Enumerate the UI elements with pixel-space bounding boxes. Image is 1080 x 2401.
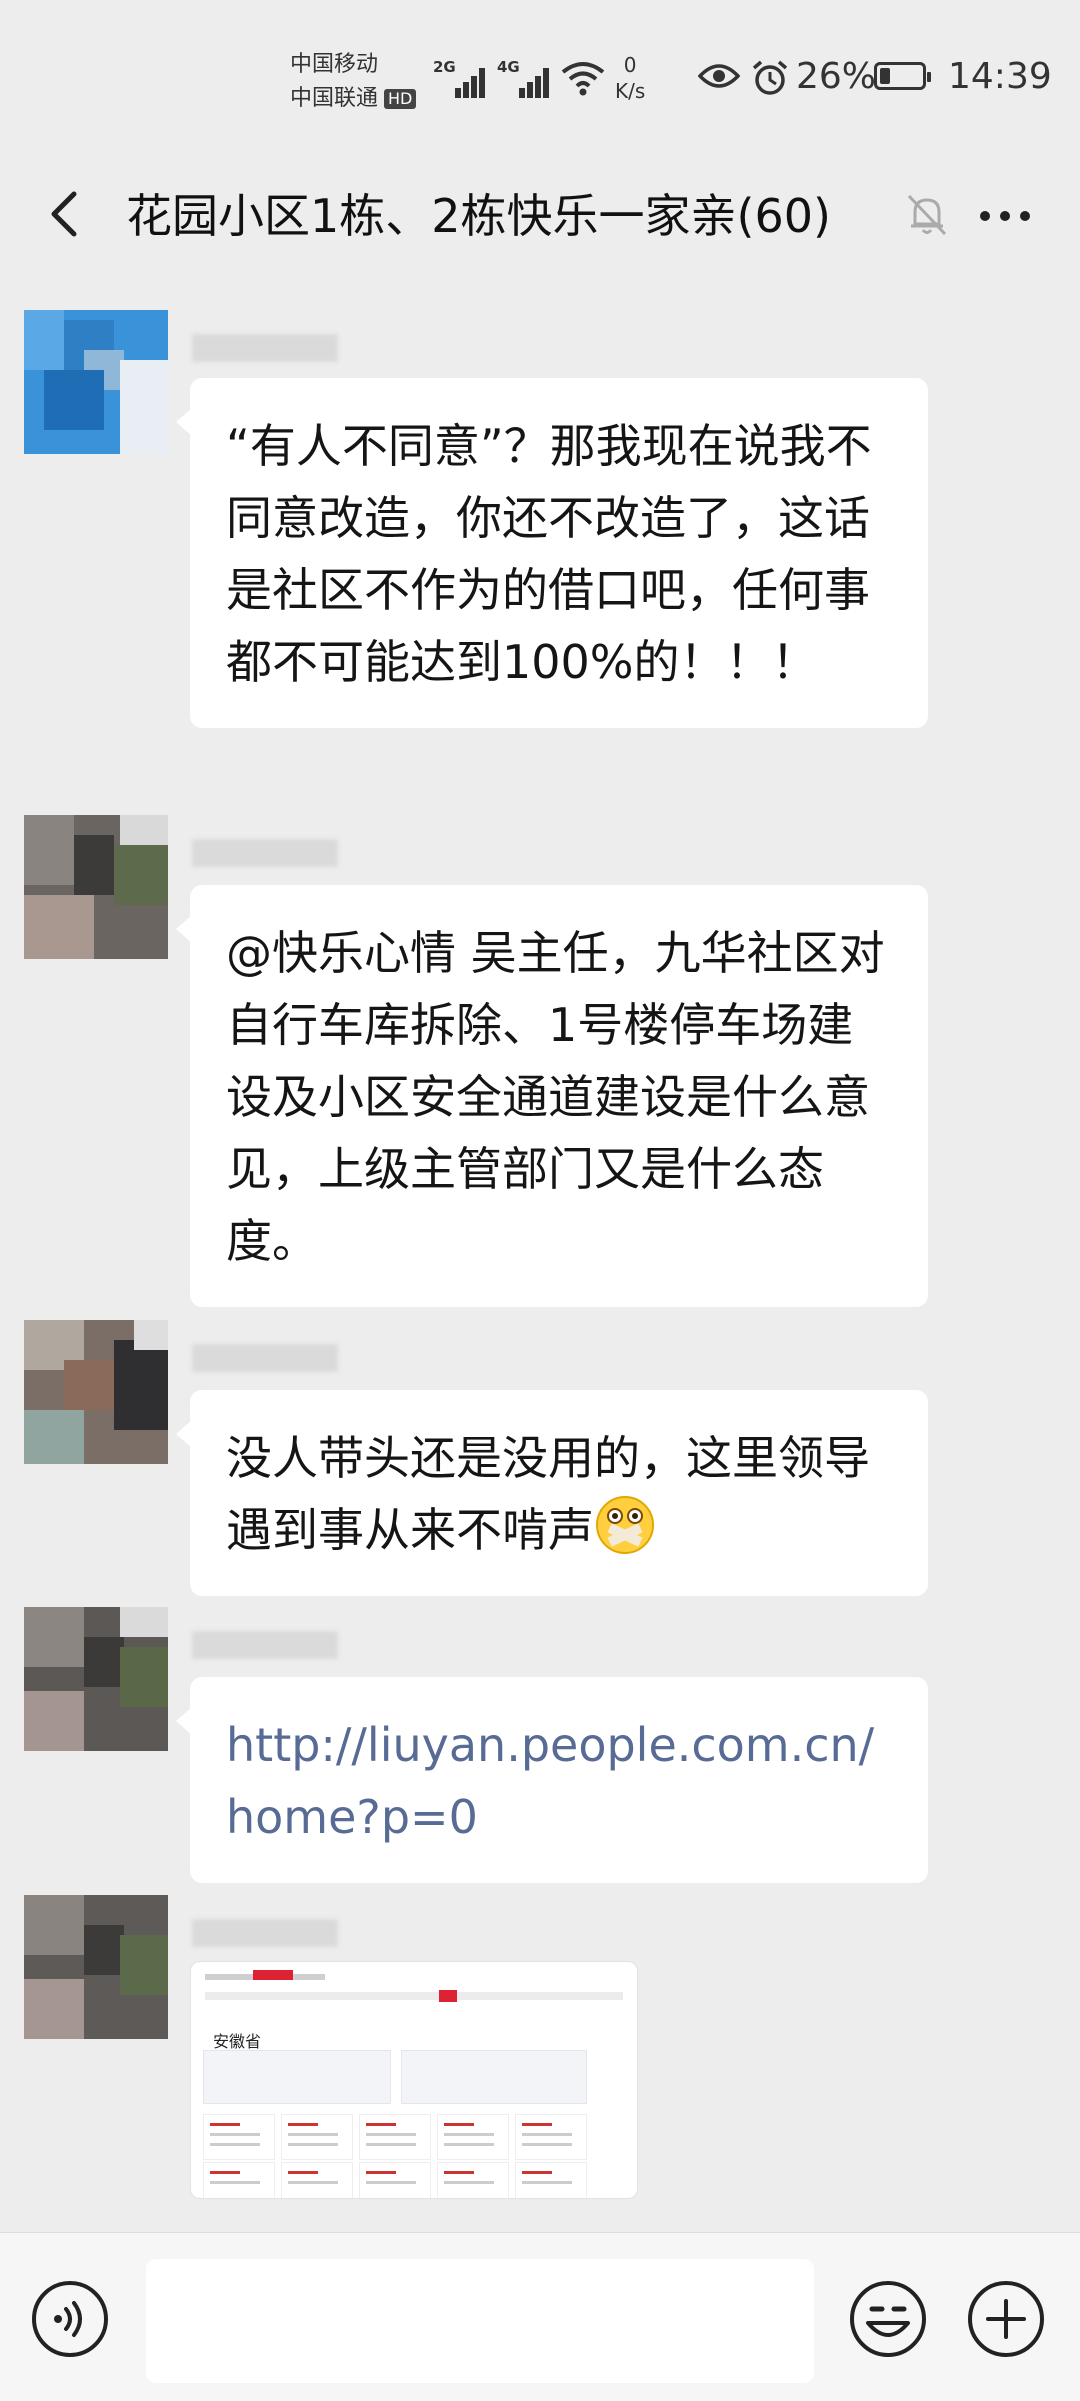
chat-title-bar: 花园小区1栋、2栋快乐一家亲(60): [0, 160, 1080, 270]
signal-4g-icon: 4G: [497, 58, 549, 98]
message-input[interactable]: [146, 2259, 814, 2383]
image-card: [203, 2114, 275, 2160]
image-card: [203, 2162, 275, 2198]
image-card: [281, 2162, 353, 2198]
message-bubble[interactable]: http://liuyan.people.com.cn/home?p=0: [176, 1677, 928, 1883]
more-dots-icon[interactable]: [965, 186, 1045, 246]
message-link[interactable]: http://liuyan.people.com.cn/home?p=0: [226, 1718, 874, 1844]
silenced-face-emoji-icon: [596, 1496, 654, 1554]
sender-nickname: [192, 1919, 338, 1947]
image-card: [359, 2162, 431, 2198]
muted-bell-icon: [907, 194, 947, 236]
clock: 14:39: [948, 56, 1052, 97]
hd-badge: HD: [384, 89, 417, 109]
image-panel-right: [401, 2050, 587, 2104]
speed-value: 0: [623, 53, 637, 77]
image-panel-left: [203, 2050, 391, 2104]
chat-title: 花园小区1栋、2栋快乐一家亲(60): [126, 189, 831, 243]
plus-icon[interactable]: [966, 2279, 1046, 2359]
image-card: [515, 2162, 587, 2198]
signal-2g-icon: 2G: [433, 58, 485, 98]
emoji-smile-icon[interactable]: [848, 2279, 928, 2359]
image-card: [359, 2114, 431, 2160]
image-card: [437, 2114, 509, 2160]
image-nav: [205, 1992, 623, 2000]
avatar[interactable]: [24, 1320, 168, 1464]
carrier-2: 中国联通: [290, 86, 379, 111]
image-card: [437, 2162, 509, 2198]
battery-icon: [874, 62, 931, 90]
sender-nickname: [192, 334, 338, 362]
image-caption: 安徽省: [213, 2032, 262, 2051]
carrier-1: 中国移动: [290, 52, 379, 77]
network-speed: 0 K/s: [615, 52, 645, 104]
avatar[interactable]: [24, 1895, 168, 2039]
image-message[interactable]: 安徽省: [190, 1961, 638, 2199]
avatar[interactable]: [24, 815, 168, 959]
voice-icon[interactable]: [30, 2279, 110, 2359]
sender-nickname: [192, 839, 338, 867]
wifi-icon: [561, 62, 605, 96]
image-card: [515, 2114, 587, 2160]
image-nav-active: [439, 1990, 457, 2002]
network-type-1: 2G: [433, 58, 456, 76]
alarm-icon: [752, 60, 788, 95]
status-bar: 中国移动 中国联通 HD 2G 4G 0 K/s 26% 14:39: [0, 0, 1080, 160]
sender-nickname: [192, 1344, 338, 1372]
eye-comfort-icon: [698, 64, 740, 88]
message-text: 没人带头还是没用的，这里领导遇到事从来不啃声: [226, 1431, 870, 1557]
avatar[interactable]: [24, 1607, 168, 1751]
battery-percent: 26%: [796, 56, 877, 97]
image-card: [281, 2114, 353, 2160]
carrier-info: 中国移动 中国联通 HD: [290, 48, 417, 116]
image-red-tab: [253, 1970, 293, 1980]
speed-unit: K/s: [615, 79, 646, 103]
message-bubble[interactable]: “有人不同意”？那我现在说我不同意改造，你还不改造了，这话是社区不作为的借口吧，…: [176, 378, 928, 728]
chat-input-bar: [0, 2232, 1080, 2401]
message-bubble[interactable]: 没人带头还是没用的，这里领导遇到事从来不啃声: [176, 1390, 928, 1596]
back-arrow-icon[interactable]: [38, 184, 98, 244]
sender-nickname: [192, 1631, 338, 1659]
network-type-2: 4G: [497, 58, 520, 76]
avatar[interactable]: [24, 310, 168, 454]
message-bubble[interactable]: @快乐心情 吴主任，九华社区对自行车库拆除、1号楼停车场建设及小区安全通道建设是…: [176, 885, 928, 1307]
